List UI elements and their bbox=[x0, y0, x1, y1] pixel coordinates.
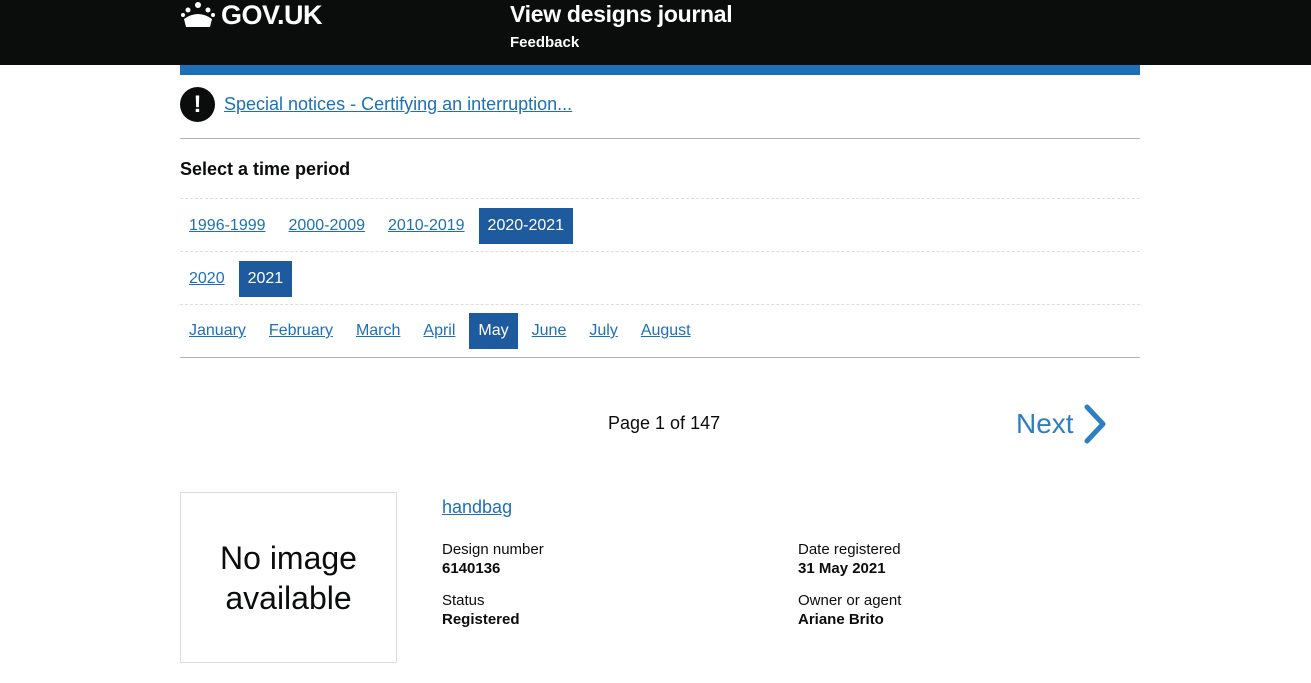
year-2020[interactable]: 2020 bbox=[180, 261, 234, 297]
service-name[interactable]: View designs journal bbox=[510, 0, 733, 30]
chevron-right-icon bbox=[1084, 404, 1106, 444]
decade-2010-2019[interactable]: 2010-2019 bbox=[379, 208, 474, 244]
design-title-link[interactable]: handbag bbox=[442, 497, 512, 518]
month-january[interactable]: January bbox=[180, 313, 255, 349]
status-label: Status bbox=[442, 592, 485, 609]
special-notice: ! Special notices - Certifying an interr… bbox=[180, 87, 1140, 139]
next-label: Next bbox=[1016, 408, 1074, 439]
month-april[interactable]: April bbox=[414, 313, 464, 349]
month-selector: January February March April May June Ju… bbox=[180, 304, 1140, 358]
design-number-label: Design number bbox=[442, 541, 544, 558]
design-number: Design number 6140136 bbox=[442, 541, 544, 577]
no-image-placeholder: No image available bbox=[180, 492, 397, 663]
decade-2020-2021[interactable]: 2020-2021 bbox=[478, 207, 574, 244]
year-2021[interactable]: 2021 bbox=[238, 260, 293, 297]
date-registered-label: Date registered bbox=[798, 541, 901, 558]
govuk-logo-link[interactable]: GOV.UK bbox=[180, 0, 323, 30]
no-image-text: No image available bbox=[220, 539, 357, 616]
month-february[interactable]: February bbox=[260, 313, 342, 349]
year-selector: 2020 2021 bbox=[180, 251, 1140, 305]
owner-or-agent: Owner or agent Ariane Brito bbox=[798, 592, 901, 628]
warning-icon: ! bbox=[180, 87, 215, 122]
design-number-value: 6140136 bbox=[442, 560, 501, 577]
owner-value: Ariane Brito bbox=[798, 611, 884, 628]
status-value: Registered bbox=[442, 611, 520, 628]
date-registered-value: 31 May 2021 bbox=[798, 560, 886, 577]
site-header: GOV.UK View designs journal Feedback bbox=[0, 0, 1311, 65]
logo-text: GOV.UK bbox=[221, 0, 323, 30]
month-july[interactable]: July bbox=[580, 313, 626, 349]
date-registered: Date registered 31 May 2021 bbox=[798, 541, 901, 577]
time-period-heading: Select a time period bbox=[180, 159, 351, 179]
owner-label: Owner or agent bbox=[798, 592, 902, 609]
feedback-link[interactable]: Feedback bbox=[510, 34, 579, 51]
month-march[interactable]: March bbox=[347, 313, 409, 349]
decade-selector: 1996-1999 2000-2009 2010-2019 2020-2021 bbox=[180, 198, 1140, 252]
status: Status Registered bbox=[442, 592, 520, 628]
header-blue-bar bbox=[180, 65, 1140, 75]
next-page-link[interactable]: Next bbox=[1016, 404, 1108, 444]
special-notice-link[interactable]: Special notices - Certifying an interrup… bbox=[224, 94, 572, 115]
month-june[interactable]: June bbox=[523, 313, 576, 349]
decade-1996-1999[interactable]: 1996-1999 bbox=[180, 208, 275, 244]
month-may[interactable]: May bbox=[469, 313, 518, 349]
crown-icon bbox=[181, 2, 215, 27]
decade-2000-2009[interactable]: 2000-2009 bbox=[280, 208, 375, 244]
page-info: Page 1 of 147 bbox=[608, 413, 721, 433]
month-august[interactable]: August bbox=[632, 313, 700, 349]
